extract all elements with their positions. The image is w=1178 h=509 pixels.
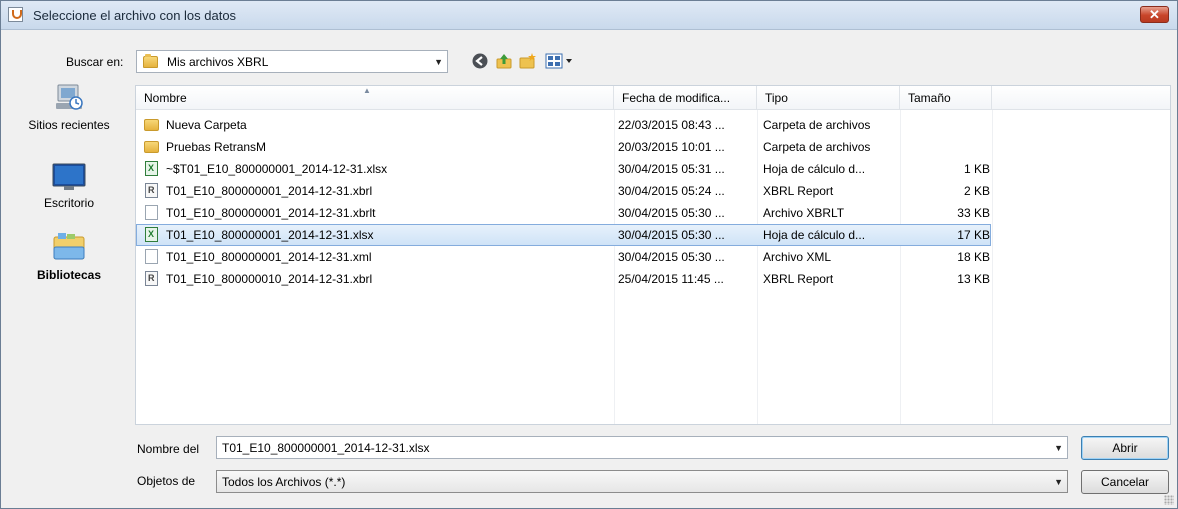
look-in-combo[interactable]: Mis archivos XBRL ▼ (136, 50, 448, 73)
filetype-combo[interactable]: Todos los Archivos (*.*) ▼ (216, 470, 1068, 493)
file-chooser-dialog: Seleccione el archivo con los datos ✕ Bu… (0, 0, 1178, 509)
file-name: T01_E10_800000001_2014-12-31.xml (166, 250, 372, 264)
file-size: 2 KB (963, 184, 990, 198)
file-date: 30/04/2015 05:30 ... (618, 228, 725, 242)
file-row[interactable]: T01_E10_800000001_2014-12-31.xml 30/04/2… (136, 246, 991, 268)
chevron-down-icon[interactable]: ▼ (1054, 477, 1063, 487)
file-type: XBRL Report (763, 272, 834, 286)
libraries-icon (53, 233, 85, 260)
file-name: Nueva Carpeta (166, 118, 247, 132)
place-label: Sitios recientes (28, 118, 110, 132)
filename-input[interactable]: T01_E10_800000001_2014-12-31.xlsx (222, 441, 430, 455)
place-libraries[interactable]: Bibliotecas (9, 231, 129, 282)
look-in-value: Mis archivos XBRL (167, 55, 269, 69)
file-name: T01_E10_800000001_2014-12-31.xbrl (166, 184, 373, 198)
file-name: ~$T01_E10_800000001_2014-12-31.xlsx (166, 162, 388, 176)
filename-label: Nombre del (137, 442, 200, 456)
window-title: Seleccione el archivo con los datos (33, 8, 237, 23)
column-header-name[interactable]: Nombre ▲ (136, 86, 614, 110)
file-size: 13 KB (957, 272, 990, 286)
place-label: Bibliotecas (36, 268, 102, 282)
title-bar[interactable]: Seleccione el archivo con los datos ✕ (1, 1, 1177, 30)
excel-file-icon (145, 227, 158, 242)
view-menu-icon[interactable] (545, 52, 577, 70)
place-label: Escritorio (43, 196, 94, 210)
file-date: 20/03/2015 10:01 ... (618, 140, 725, 154)
java-cup-icon (8, 7, 23, 22)
folder-icon (143, 54, 158, 68)
column-header-date[interactable]: Fecha de modifica... (614, 86, 757, 110)
column-label-type: Tipo (765, 91, 788, 105)
column-header-empty (992, 86, 1170, 110)
file-size: 1 KB (963, 162, 990, 176)
place-recent[interactable]: Sitios recientes (9, 81, 129, 132)
look-in-label: Buscar en: (66, 55, 124, 69)
generic-file-icon (145, 205, 158, 220)
file-size: 17 KB (957, 228, 990, 242)
desktop-icon (52, 163, 86, 190)
file-name: T01_E10_800000001_2014-12-31.xlsx (166, 228, 374, 242)
file-date: 30/04/2015 05:30 ... (618, 250, 725, 264)
generic-file-icon (145, 249, 158, 264)
resize-grip-icon[interactable] (1164, 495, 1174, 505)
column-label-date: Fecha de modifica... (622, 91, 731, 105)
file-size: 18 KB (957, 250, 990, 264)
file-type: Archivo XBRLT (763, 206, 845, 220)
file-date: 25/04/2015 11:45 ... (618, 272, 724, 286)
file-row[interactable]: Nueva Carpeta 22/03/2015 08:43 ... Carpe… (136, 114, 991, 136)
file-type: Hoja de cálculo d... (763, 162, 866, 176)
excel-file-icon (145, 161, 158, 176)
xbrl-file-icon (145, 183, 158, 198)
file-row[interactable]: Pruebas RetransM 20/03/2015 10:01 ... Ca… (136, 136, 991, 158)
file-size: 33 KB (957, 206, 990, 220)
cancel-button[interactable]: Cancelar (1081, 470, 1169, 494)
file-name: T01_E10_800000001_2014-12-31.xbrlt (166, 206, 376, 220)
file-date: 30/04/2015 05:30 ... (618, 206, 725, 220)
filetype-label: Objetos de (137, 474, 196, 488)
filetype-value: Todos los Archivos (*.*) (222, 475, 346, 489)
file-date: 22/03/2015 08:43 ... (618, 118, 725, 132)
file-name: Pruebas RetransM (166, 140, 267, 154)
file-row[interactable]: T01_E10_800000001_2014-12-31.xbrl 30/04/… (136, 180, 991, 202)
place-desktop[interactable]: Escritorio (9, 163, 129, 210)
xbrl-file-icon (145, 271, 158, 286)
column-label-size: Tamaño (908, 91, 951, 105)
filename-combo[interactable]: T01_E10_800000001_2014-12-31.xlsx ▼ (216, 436, 1068, 459)
column-header-type[interactable]: Tipo (757, 86, 900, 110)
sort-ascending-icon: ▲ (363, 86, 371, 95)
column-divider (992, 110, 993, 424)
open-button[interactable]: Abrir (1081, 436, 1169, 460)
file-list[interactable]: Nombre ▲ Fecha de modifica... Tipo Tamañ… (135, 85, 1171, 425)
file-row-selected[interactable]: T01_E10_800000001_2014-12-31.xlsx 30/04/… (136, 224, 991, 246)
places-bar: Sitios recientes Escritorio Bibliotecas (9, 81, 129, 461)
folder-icon (144, 119, 159, 131)
file-row[interactable]: ~$T01_E10_800000001_2014-12-31.xlsx 30/0… (136, 158, 991, 180)
file-date: 30/04/2015 05:24 ... (618, 184, 725, 198)
file-type: XBRL Report (763, 184, 834, 198)
recent-places-icon (56, 84, 83, 110)
file-type: Carpeta de archivos (763, 140, 871, 154)
file-row[interactable]: T01_E10_800000010_2014-12-31.xbrl 25/04/… (136, 268, 991, 290)
chevron-down-icon[interactable]: ▼ (1054, 443, 1063, 453)
new-folder-icon[interactable] (519, 52, 537, 70)
file-date: 30/04/2015 05:31 ... (618, 162, 725, 176)
folder-icon (144, 141, 159, 153)
column-label-name: Nombre (144, 91, 187, 105)
up-folder-icon[interactable] (495, 52, 513, 70)
back-icon[interactable] (471, 52, 489, 70)
column-header-size[interactable]: Tamaño (900, 86, 992, 110)
file-type: Hoja de cálculo d... (763, 228, 866, 242)
close-button[interactable]: ✕ (1140, 6, 1169, 23)
chevron-down-icon[interactable]: ▼ (434, 57, 443, 67)
file-row[interactable]: T01_E10_800000001_2014-12-31.xbrlt 30/04… (136, 202, 991, 224)
file-type: Carpeta de archivos (763, 118, 871, 132)
file-name: T01_E10_800000010_2014-12-31.xbrl (166, 272, 373, 286)
file-type: Archivo XML (763, 250, 832, 264)
